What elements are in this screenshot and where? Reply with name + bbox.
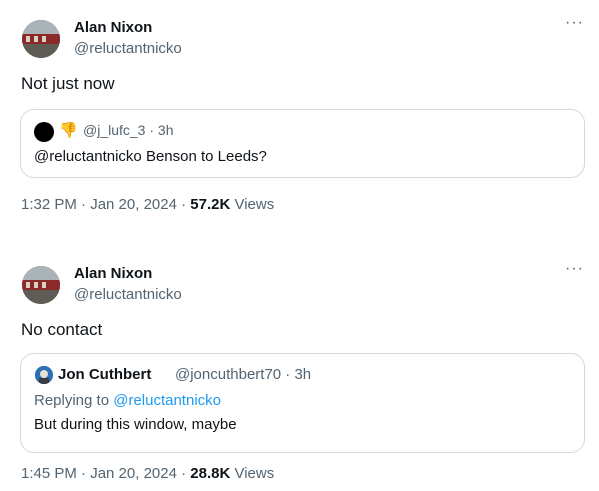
quoted-tweet[interactable]: 👎 @j_lufc_3 · 3h @reluctantnicko Benson … bbox=[20, 109, 585, 178]
replying-prefix: Replying to bbox=[34, 392, 114, 409]
more-options-icon[interactable]: ··· bbox=[565, 14, 584, 32]
quoted-text: But during this window, maybe bbox=[34, 416, 237, 433]
views-label: Views bbox=[230, 196, 275, 213]
quoted-handle-time: @joncuthbert70 · 3h bbox=[175, 366, 312, 383]
author-name[interactable]: Alan Nixon bbox=[74, 265, 152, 282]
views-count: 57.2K bbox=[190, 196, 231, 213]
tweet-text: Not just now bbox=[21, 74, 115, 93]
quoted-tweet[interactable]: Jon Cuthbert @joncuthbert70 · 3h Replyin… bbox=[20, 353, 585, 453]
author-avatar[interactable] bbox=[22, 266, 60, 304]
tweet-text: No contact bbox=[21, 320, 103, 339]
tweet-footer: 1:45 PM · Jan 20, 2024 · 28.8K Views bbox=[21, 465, 274, 482]
thumbs-down-icon: 👎 bbox=[59, 122, 78, 139]
views-count: 28.8K bbox=[190, 465, 231, 482]
author-handle[interactable]: @reluctantnicko bbox=[74, 40, 182, 57]
timestamp[interactable]: 1:45 PM · Jan 20, 2024 · bbox=[21, 465, 190, 482]
replying-to: Replying to @reluctantnicko bbox=[34, 392, 221, 409]
quoted-handle-time: @j_lufc_3 · 3h bbox=[83, 122, 174, 138]
tweet-footer: 1:32 PM · Jan 20, 2024 · 57.2K Views bbox=[21, 196, 274, 213]
quoted-author-name: Jon Cuthbert bbox=[58, 366, 152, 383]
author-avatar[interactable] bbox=[22, 20, 60, 58]
quoted-avatar bbox=[35, 366, 53, 384]
author-handle[interactable]: @reluctantnicko bbox=[74, 286, 182, 303]
divider bbox=[0, 226, 599, 246]
quoted-avatar bbox=[34, 122, 54, 142]
timestamp[interactable]: 1:32 PM · Jan 20, 2024 · bbox=[21, 196, 190, 213]
more-options-icon[interactable]: ··· bbox=[565, 260, 584, 278]
quoted-text: @reluctantnicko Benson to Leeds? bbox=[34, 148, 267, 165]
tweet: Alan Nixon @reluctantnicko ··· No contac… bbox=[0, 246, 599, 491]
replying-to-link[interactable]: @reluctantnicko bbox=[113, 392, 221, 409]
tweet: Alan Nixon @reluctantnicko ··· Not just … bbox=[0, 0, 599, 226]
author-name[interactable]: Alan Nixon bbox=[74, 19, 152, 36]
views-label: Views bbox=[230, 465, 275, 482]
